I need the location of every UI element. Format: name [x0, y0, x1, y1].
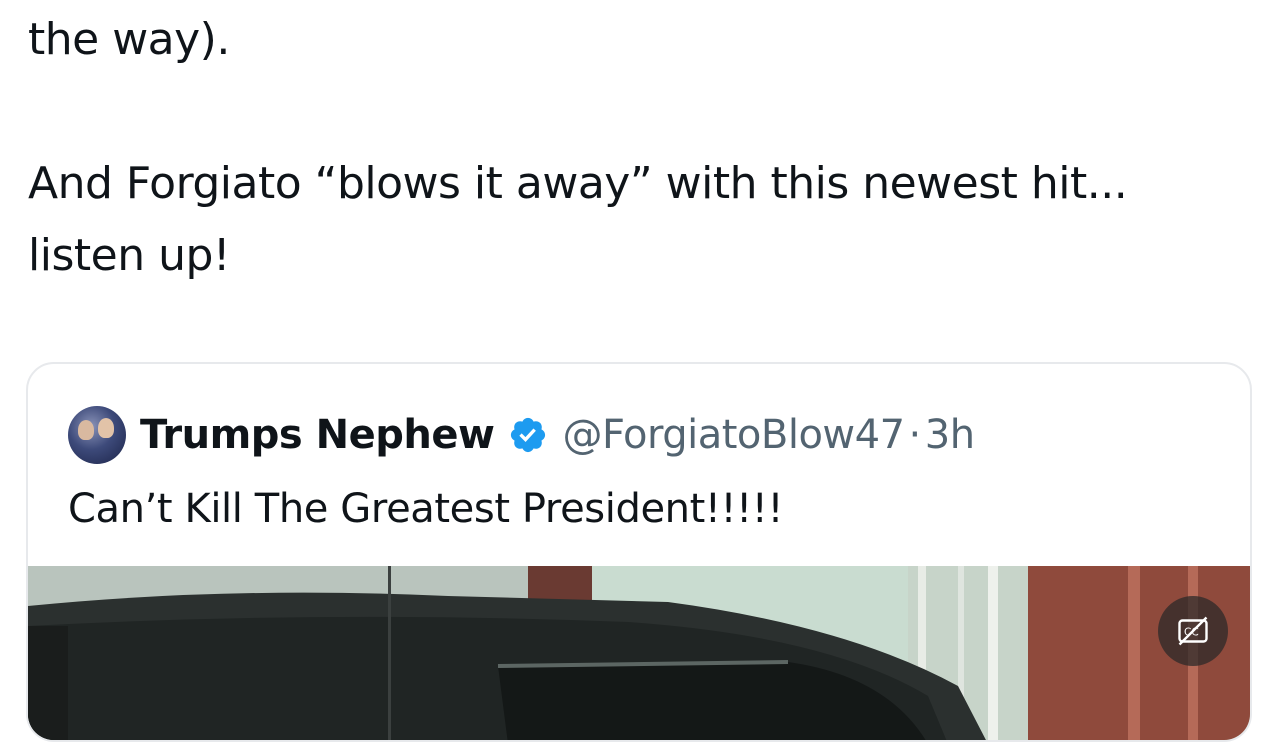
captions-button[interactable]: CC	[1158, 596, 1228, 666]
video-frame-image	[28, 566, 1250, 740]
handle[interactable]: @ForgiatoBlow47	[562, 412, 905, 458]
tweet-text-line: the way).	[28, 14, 230, 65]
tweet-text-line: listen up!	[28, 230, 231, 281]
separator-dot: ·	[908, 412, 922, 458]
tweet-text-line: And Forgiato “blows it away” with this n…	[28, 158, 1128, 209]
display-name[interactable]: Trumps Nephew	[140, 412, 495, 458]
quoted-tweet-card[interactable]: Trumps Nephew @ForgiatoBlow47 · 3h Can’t K…	[26, 362, 1252, 742]
quoted-tweet-text: Can’t Kill The Greatest President!!!!!	[68, 486, 784, 532]
avatar[interactable]	[68, 406, 126, 464]
captions-icon: CC	[1178, 616, 1208, 646]
video-media[interactable]: CC	[28, 566, 1250, 740]
verified-badge-icon	[511, 417, 546, 453]
quoted-tweet-header: Trumps Nephew @ForgiatoBlow47 · 3h	[68, 404, 975, 466]
tweet-body: the way). And Forgiato “blows it away” w…	[28, 4, 1258, 292]
timestamp[interactable]: 3h	[925, 412, 975, 458]
